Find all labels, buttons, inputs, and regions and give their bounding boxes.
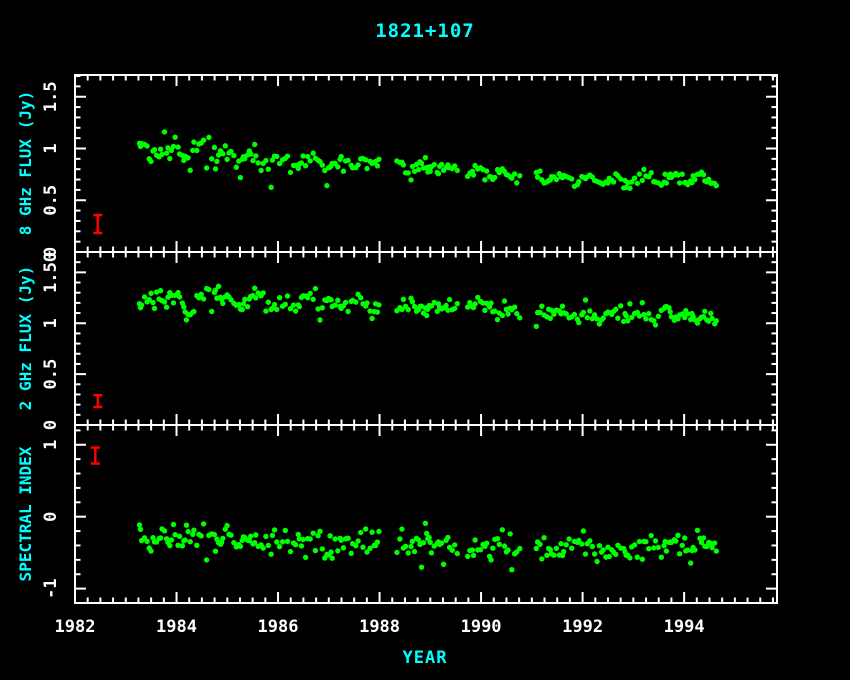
x-tick-label: 1982	[55, 617, 96, 637]
panel-flux8-box	[75, 75, 777, 252]
y-tick-label: 1	[41, 143, 61, 153]
light-curve-plot: 00.511.500.511.50-1011982198419861988199…	[0, 0, 850, 680]
x-tick-label: 1994	[664, 617, 705, 637]
x-tick-label: 1992	[562, 617, 603, 637]
y-tick-label: 1	[41, 440, 61, 450]
panel-spectral_index-box	[75, 425, 777, 603]
data-points-flux8	[137, 129, 719, 191]
error-bar-spectral_index	[91, 448, 100, 464]
error-bar-flux8	[93, 215, 102, 233]
panel-flux2-box	[75, 252, 777, 425]
data-points-spectral_index	[137, 521, 719, 573]
y-tick-label: 1.5	[41, 81, 61, 112]
y-tick-label: 1	[41, 318, 61, 328]
error-bar-flux2	[93, 395, 102, 407]
y-tick-labels-flux8: 00.511.5	[41, 81, 61, 257]
x-tick-label: 1988	[359, 617, 400, 637]
y-tick-label: 0	[41, 420, 61, 430]
y-tick-label: 0	[41, 512, 61, 522]
y-tick-label: -1	[41, 578, 61, 598]
data-points-flux2	[137, 284, 719, 330]
x-tick-label: 1990	[461, 617, 502, 637]
y-tick-label: 0.5	[41, 185, 61, 216]
x-tick-labels: 1982 1984 1986 1988 1990 1992 1994	[55, 617, 705, 637]
x-tick-label: 1984	[156, 617, 197, 637]
x-tick-label: 1986	[258, 617, 299, 637]
y-tick-label: 0.5	[41, 359, 61, 390]
y-tick-labels-flux2: 0 0.5 1 1.50	[41, 252, 61, 430]
y-tick-label: 1.50	[41, 252, 61, 293]
y-tick-labels-spectral_index: -1 0 1	[41, 440, 61, 599]
